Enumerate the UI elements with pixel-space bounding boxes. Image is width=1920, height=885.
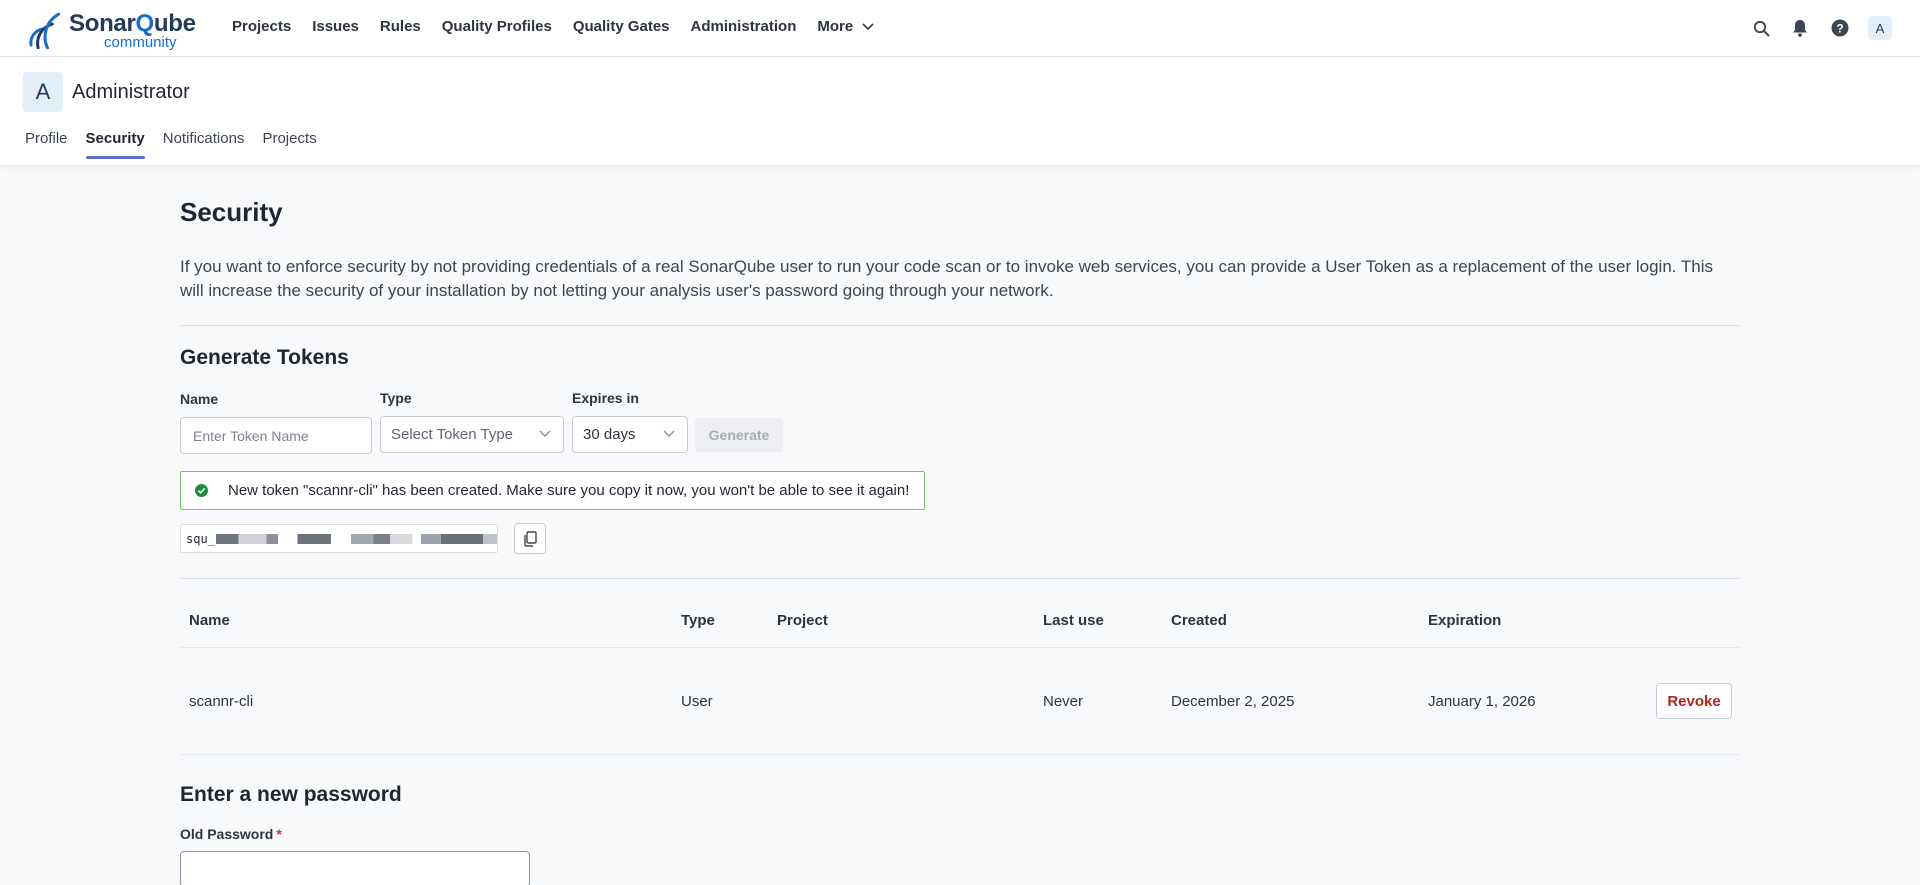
redacted-token: [215, 533, 497, 544]
copy-icon: [524, 530, 537, 547]
row-divider: [180, 754, 1740, 755]
cell-expiration: January 1, 2026: [1428, 693, 1536, 710]
type-label: Type: [380, 390, 412, 406]
tab-profile[interactable]: Profile: [25, 130, 68, 159]
cell-created: December 2, 2025: [1171, 693, 1295, 710]
copy-token-button[interactable]: [514, 523, 546, 554]
col-header-last-use: Last use: [1043, 612, 1104, 629]
account-header: A Administrator Profile Security Notific…: [0, 57, 1920, 165]
tab-security[interactable]: Security: [85, 130, 145, 159]
old-password-label-text: Old Password: [180, 826, 274, 842]
required-marker: *: [276, 826, 282, 842]
expires-label: Expires in: [572, 390, 639, 406]
bell-icon[interactable]: [1790, 18, 1810, 38]
token-prefix: squ_: [186, 531, 215, 546]
divider: [180, 325, 1740, 326]
account-avatar: A: [23, 72, 63, 112]
token-value[interactable]: squ_: [180, 524, 498, 553]
account-tabs: Profile Security Notifications Projects: [25, 130, 335, 159]
col-header-created: Created: [1171, 612, 1227, 629]
nav-rules[interactable]: Rules: [380, 18, 421, 35]
nav-administration[interactable]: Administration: [691, 18, 797, 35]
col-header-name: Name: [189, 612, 230, 629]
cell-type: User: [681, 693, 713, 710]
sonar-waves-icon: [29, 12, 61, 49]
expires-select[interactable]: 30 days: [572, 416, 688, 453]
name-label: Name: [180, 391, 219, 407]
token-created-alert: New token "scannr-cli" has been created.…: [180, 471, 925, 510]
old-password-label: Old Password *: [180, 826, 282, 842]
nav-more-label: More: [817, 18, 854, 35]
col-header-type: Type: [681, 612, 715, 629]
revoke-button[interactable]: Revoke: [1656, 683, 1732, 719]
svg-text:?: ?: [1836, 22, 1843, 36]
main-nav: Projects Issues Rules Quality Profiles Q…: [232, 18, 895, 35]
nav-quality-profiles[interactable]: Quality Profiles: [442, 18, 552, 35]
col-header-expiration: Expiration: [1428, 612, 1502, 629]
token-name-input[interactable]: Enter Token Name: [180, 417, 372, 454]
col-header-project: Project: [777, 612, 828, 629]
generate-tokens-title: Generate Tokens: [180, 346, 349, 369]
row-divider: [180, 647, 1740, 648]
search-icon[interactable]: [1751, 18, 1771, 38]
chevron-down-icon: [539, 430, 551, 437]
tab-notifications[interactable]: Notifications: [163, 130, 245, 159]
nav-more[interactable]: More: [817, 18, 874, 35]
generate-button[interactable]: Generate: [695, 418, 783, 452]
security-intro: If you want to enforce security by not p…: [180, 257, 1714, 300]
token-type-value: Select Token Type: [391, 426, 514, 443]
user-avatar[interactable]: A: [1868, 16, 1892, 40]
page-title: Security: [180, 197, 283, 227]
tab-projects[interactable]: Projects: [262, 130, 316, 159]
cell-last-use: Never: [1043, 693, 1084, 710]
account-name: Administrator: [72, 81, 190, 103]
check-circle-icon: [195, 484, 208, 497]
token-type-select[interactable]: Select Token Type: [380, 416, 564, 453]
new-password-title: Enter a new password: [180, 783, 402, 806]
chevron-down-icon: [663, 430, 675, 437]
alert-message: New token "scannr-cli" has been created.…: [228, 482, 910, 499]
cell-name: scannr-cli: [189, 693, 254, 710]
help-icon[interactable]: ?: [1830, 18, 1850, 38]
nav-quality-gates[interactable]: Quality Gates: [573, 18, 670, 35]
expires-value: 30 days: [583, 426, 636, 443]
nav-issues[interactable]: Issues: [312, 18, 359, 35]
nav-projects[interactable]: Projects: [232, 18, 291, 35]
top-navbar: SonarQube community Projects Issues Rule…: [0, 0, 1920, 57]
sonarqube-logo[interactable]: SonarQube community: [27, 9, 196, 51]
old-password-input[interactable]: [180, 851, 530, 885]
chevron-down-icon: [862, 22, 874, 30]
edition-label: community: [104, 34, 177, 51]
divider: [180, 578, 1740, 579]
